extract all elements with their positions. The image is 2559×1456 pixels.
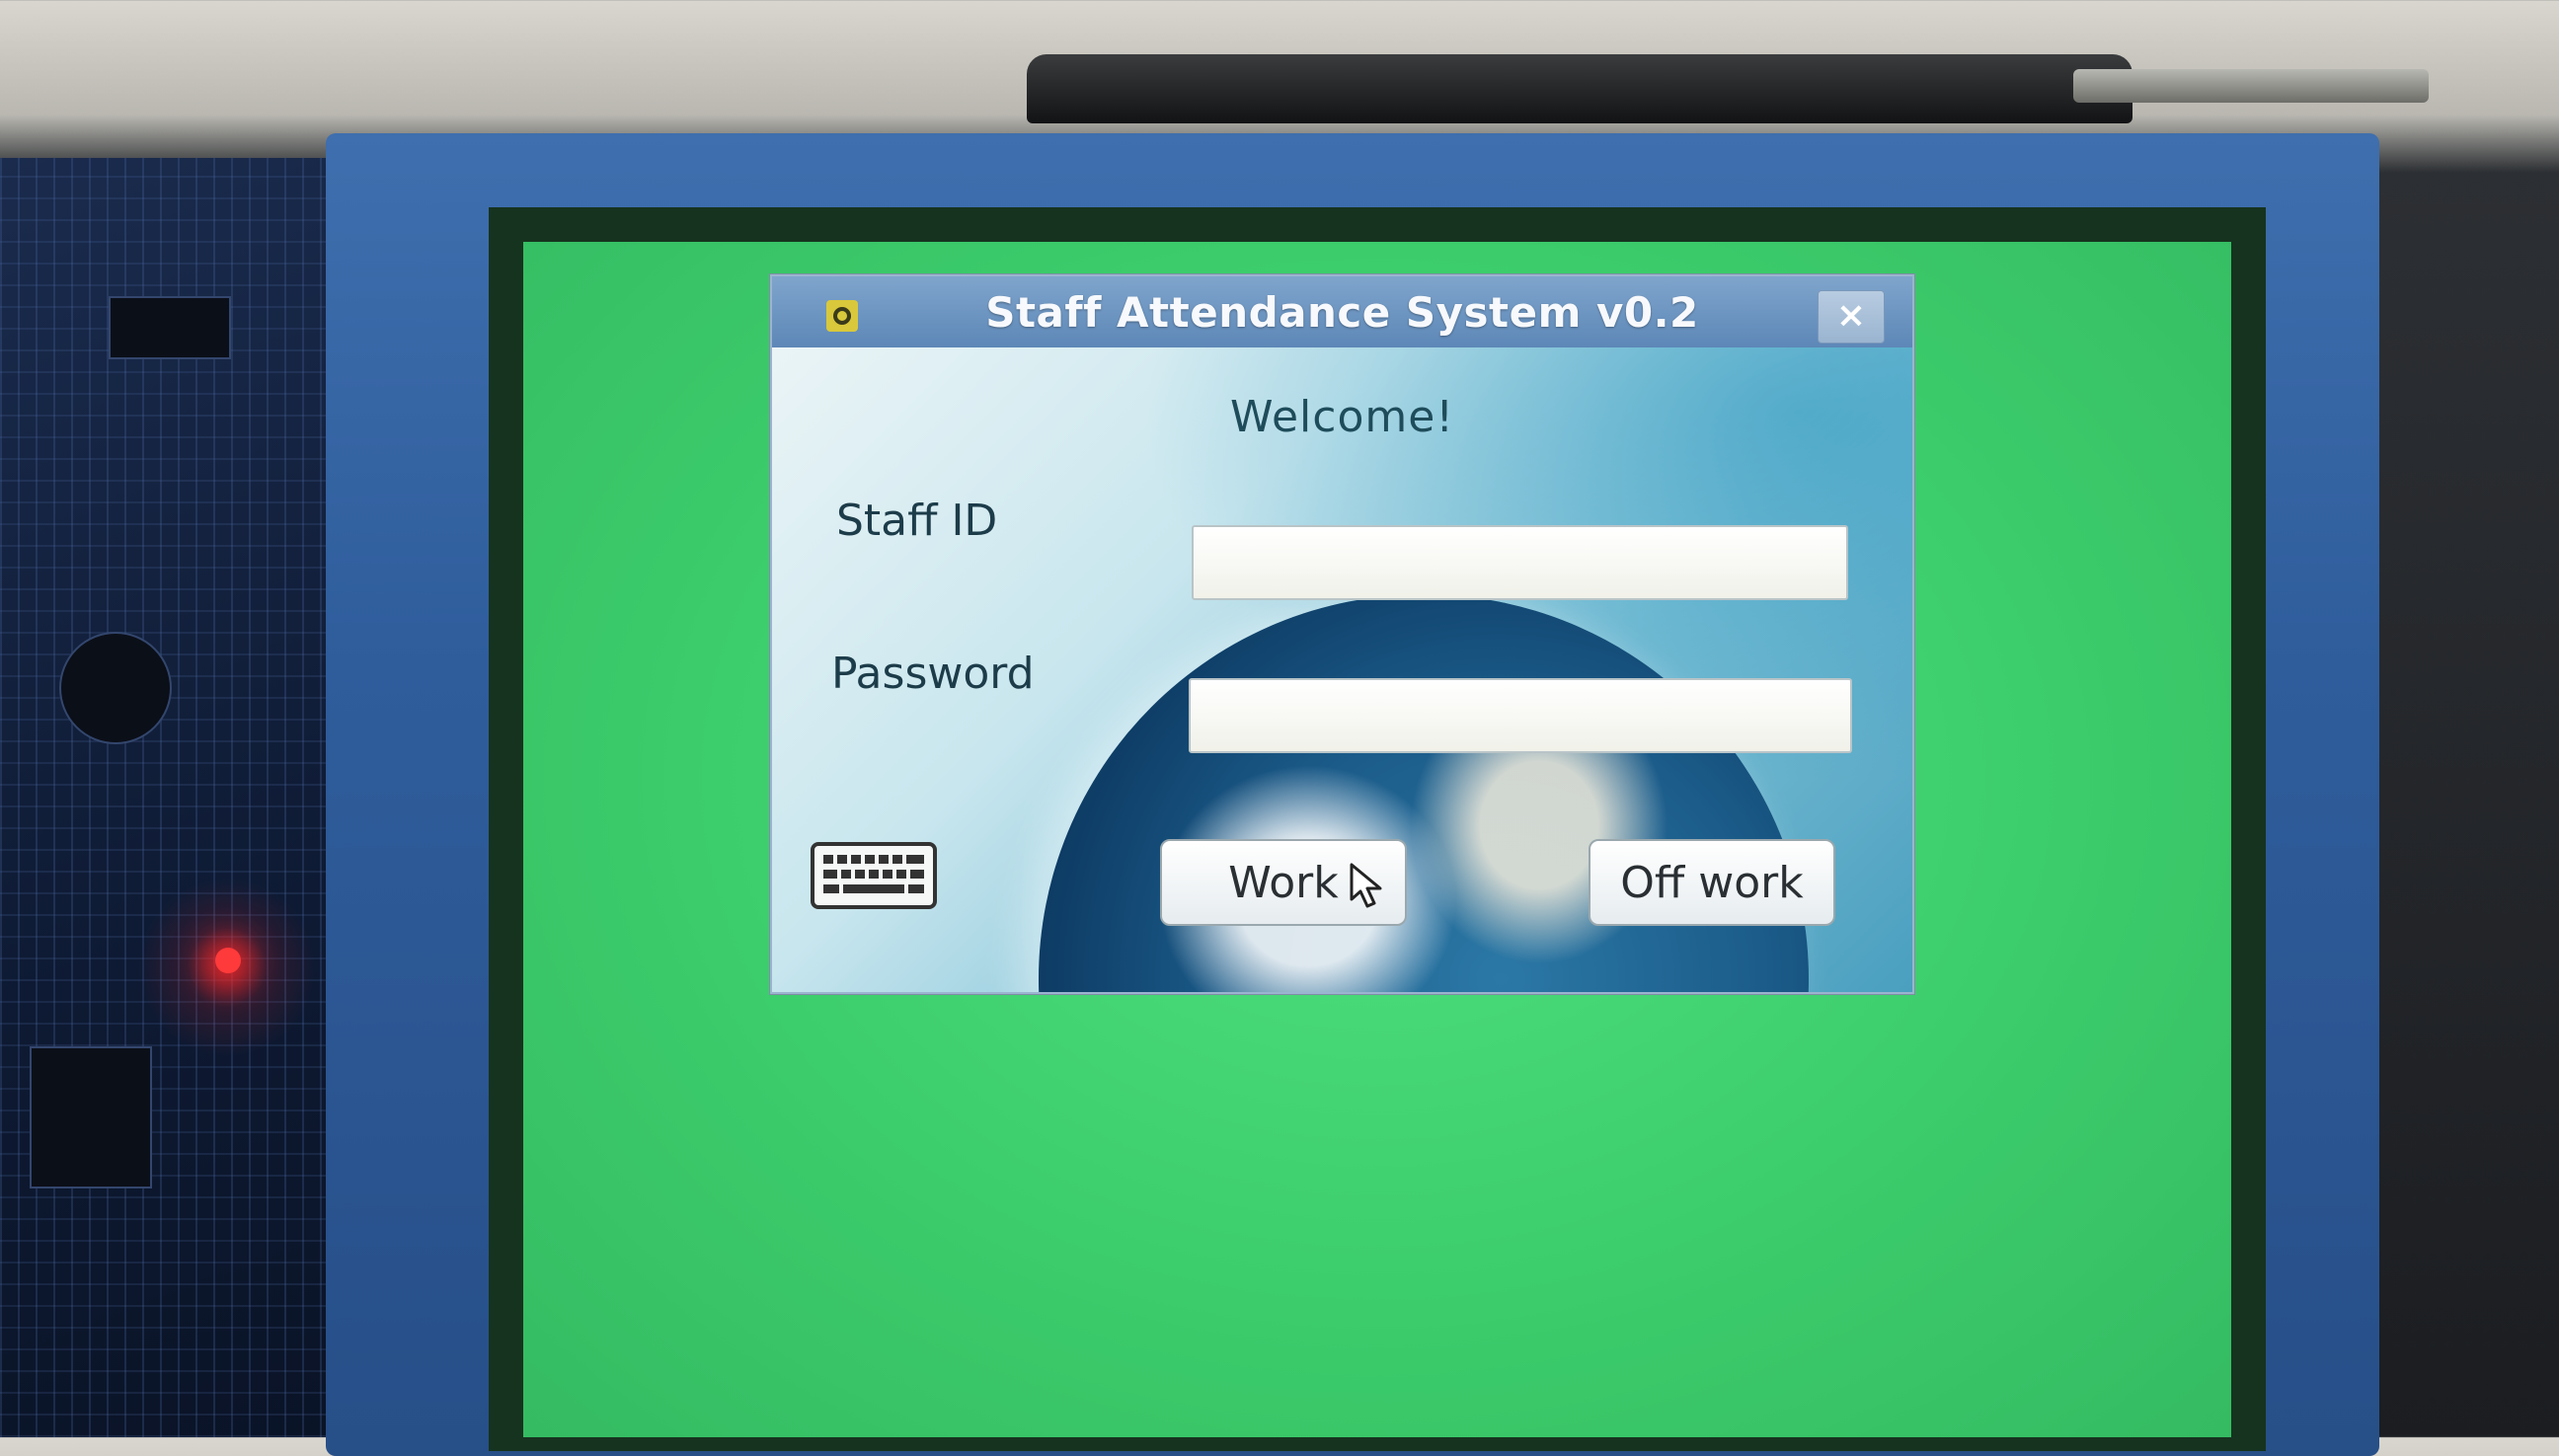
login-dialog: Staff Attendance System v0.2 × Welcome! … <box>770 274 1914 994</box>
globe-background <box>1039 594 1809 992</box>
password-input[interactable] <box>1189 678 1852 753</box>
red-led <box>215 948 241 973</box>
cable <box>1027 54 2132 123</box>
board-chip <box>30 1046 152 1188</box>
window-title: Staff Attendance System v0.2 <box>985 288 1699 337</box>
staff-id-label: Staff ID <box>836 496 998 546</box>
dialog-content: Welcome! Staff ID Password Work Off work <box>772 347 1912 992</box>
off-work-button[interactable]: Off work <box>1589 839 1835 926</box>
title-bar[interactable]: Staff Attendance System v0.2 × <box>772 276 1912 347</box>
password-label: Password <box>831 649 1035 699</box>
standoff-screw <box>2073 69 2429 103</box>
board-buzzer <box>59 632 172 744</box>
staff-id-input[interactable] <box>1192 525 1848 600</box>
welcome-text: Welcome! <box>1230 392 1454 442</box>
keyboard-icon[interactable] <box>810 841 938 910</box>
board-chip <box>109 296 231 359</box>
close-button[interactable]: × <box>1818 290 1885 344</box>
mouse-pointer-icon <box>1350 863 1382 908</box>
